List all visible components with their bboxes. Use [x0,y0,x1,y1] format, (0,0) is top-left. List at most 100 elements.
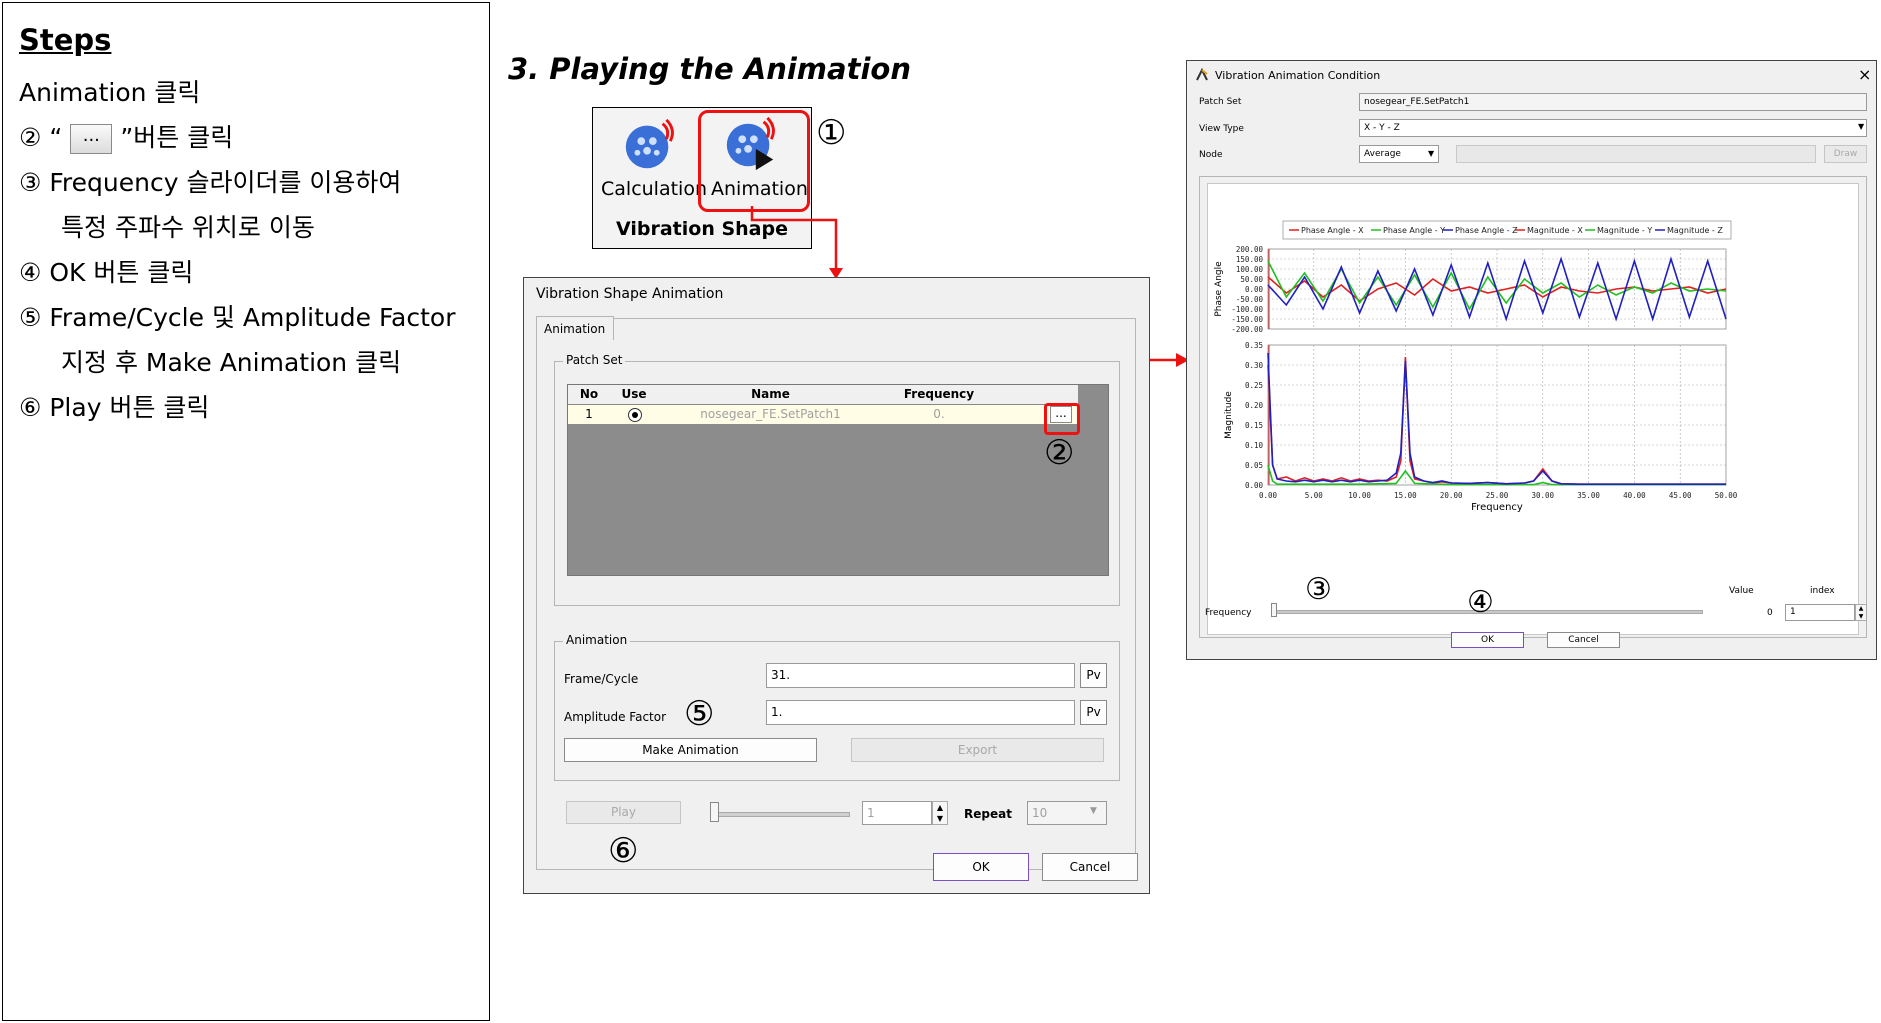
magnitude-ytick: 0.30 [1245,361,1264,370]
table-header: No Use Name Frequency [568,385,1078,405]
patch-set-field[interactable]: nosegear_FE.SetPatch1 [1359,93,1867,111]
magnitude-ytick: 0.35 [1245,341,1263,350]
highlight-dots-button [1044,403,1080,435]
phase-ytick: 0.00 [1245,285,1264,294]
callout-2: ② [1044,433,1075,473]
col-no: No [579,387,599,401]
legend-entry: Magnitude - Z [1667,226,1723,235]
chevron-down-icon: ▼ [1428,149,1435,158]
magnitude-ytick: 0.00 [1245,481,1264,490]
patch-set-group-label: Patch Set [563,353,626,367]
magnitude-ytick: 0.20 [1245,401,1264,410]
frequency-xtick: 0.00 [1259,491,1278,500]
phase-ytick: 100.00 [1236,265,1264,274]
view-type-select[interactable]: X - Y - Z [1359,119,1867,137]
play-button[interactable]: Play [566,801,681,824]
phase-ytick: -100.00 [1231,305,1263,314]
patch-set-table: No Use Name Frequency 1 nosegear_FE.SetP… [567,384,1109,576]
dialog-title: Vibration Shape Animation [536,286,724,302]
magnitude-ytick: 0.25 [1245,381,1263,390]
cond-ok-button[interactable]: OK [1451,632,1524,648]
phase-ytick: -150.00 [1231,315,1263,324]
frequency-xtick: 10.00 [1348,491,1371,500]
cond-dialog-title: Vibration Animation Condition [1215,69,1381,82]
frequency-slider-thumb[interactable] [1271,603,1277,617]
table-row[interactable]: 1 nosegear_FE.SetPatch1 0. [568,405,1078,424]
frequency-xtick: 50.00 [1715,491,1738,500]
phase-ytick: -50.00 [1236,295,1264,304]
frequency-xtick: 30.00 [1532,491,1555,500]
index-label: index [1810,586,1835,596]
frequency-xlabel: Frequency [1471,502,1523,513]
chevron-down-icon: ▼ [1858,122,1865,131]
frequency-slider-label: Frequency [1205,608,1252,618]
amplitude-factor-field[interactable]: 1. [766,700,1075,725]
frame-cycle-field[interactable]: 31. [766,663,1075,688]
frequency-response-chart: Phase Angle - X Phase Angle - Y Phase Angl… [1214,220,1738,513]
cancel-button[interactable]: Cancel [1042,853,1138,881]
draw-button[interactable]: Draw [1824,145,1867,163]
magnitude-ytick: 0.10 [1245,441,1264,450]
value-label: Value [1729,586,1754,596]
callout-3: ③ [1305,572,1332,607]
phase-ylabel: Phase Angle [1214,261,1224,317]
frame-field[interactable]: 1 [862,801,932,825]
frame-cycle-pv-button[interactable]: Pv [1080,663,1107,688]
phase-ytick: 200.00 [1236,245,1264,254]
phase-ytick: -200.00 [1231,325,1263,334]
frequency-xtick: 40.00 [1623,491,1646,500]
vibration-animation-condition-dialog: Vibration Animation Condition × Patch Se… [1186,60,1877,660]
export-button[interactable]: Export [851,738,1104,762]
frequency-xtick: 5.00 [1305,491,1324,500]
magnitude-ylabel: Magnitude [1224,391,1234,439]
col-use: Use [621,387,647,401]
cond-cancel-button[interactable]: Cancel [1547,632,1620,648]
callout-6: ⑥ [608,831,639,871]
app-logo-icon [1196,68,1208,81]
frequency-xtick: 35.00 [1577,491,1600,500]
node-value-field[interactable] [1456,145,1816,163]
frame-spinner[interactable]: ▲ ▼ [932,801,948,825]
frame-slider-thumb[interactable] [710,802,719,822]
frequency-xtick: 25.00 [1486,491,1509,500]
callout-4: ④ [1467,585,1494,620]
make-animation-button[interactable]: Make Animation [564,738,817,762]
node-select[interactable]: Average [1359,145,1439,163]
amplitude-factor-label: Amplitude Factor [564,710,667,724]
legend-entry: Phase Angle - Y [1383,226,1445,235]
frequency-xtick: 20.00 [1440,491,1463,500]
legend-entry: Phase Angle - X [1301,226,1364,235]
animation-group-label: Animation [563,633,631,647]
ok-button[interactable]: OK [933,853,1029,881]
repeat-label: Repeat [964,807,1012,821]
close-icon[interactable]: × [1858,65,1871,84]
use-radio[interactable] [628,408,642,422]
view-type-label: View Type [1199,124,1244,134]
chevron-down-icon: ▼ [1090,806,1097,816]
legend-entry: Magnitude - Y [1597,226,1652,235]
tab-animation[interactable]: Animation [536,316,614,340]
patch-set-label: Patch Set [1199,97,1242,107]
row-name: nosegear_FE.SetPatch1 [700,407,841,421]
frequency-xtick: 15.00 [1394,491,1417,500]
callout-5: ⑤ [684,694,715,734]
col-frequency: Frequency [903,387,975,401]
frame-cycle-label: Frame/Cycle [564,672,639,686]
legend-entry: Magnitude - X [1527,226,1583,235]
frame-slider-track[interactable] [711,812,850,817]
magnitude-ytick: 0.15 [1245,421,1263,430]
phase-ytick: 50.00 [1240,275,1263,284]
row-frequency: 0. [933,407,945,421]
phase-ytick: 150.00 [1236,255,1264,264]
amplitude-pv-button[interactable]: Pv [1080,700,1107,725]
index-field[interactable]: 1 [1785,604,1855,621]
magnitude-ytick: 0.05 [1245,461,1263,470]
value-readout: 0 [1767,608,1773,618]
col-name: Name [751,387,790,401]
index-spinner[interactable]: ▲ ▼ [1855,604,1867,621]
frequency-xtick: 45.00 [1669,491,1692,500]
row-no: 1 [585,407,593,421]
node-label: Node [1199,150,1223,160]
vibration-shape-animation-dialog: Vibration Shape Animation Animation Patc… [523,277,1150,894]
legend-entry: Phase Angle - Z [1455,226,1518,235]
